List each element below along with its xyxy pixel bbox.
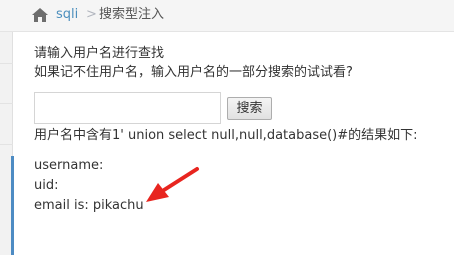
sidebar-divider bbox=[0, 103, 13, 104]
result-email: email is: pikachu bbox=[34, 198, 144, 213]
home-icon[interactable] bbox=[31, 7, 49, 23]
page: sqli > 搜索型注入 请输入用户名进行查找 如果记不住用户名，输入用户名的一… bbox=[0, 0, 454, 255]
prompt-line-2: 如果记不住用户名，输入用户名的一部分搜索的试试看? bbox=[34, 65, 353, 80]
search-input[interactable] bbox=[34, 92, 221, 124]
breadcrumb-separator: > bbox=[86, 7, 97, 22]
sidebar-active-indicator bbox=[11, 156, 14, 255]
result-username: username: bbox=[34, 158, 104, 173]
sidebar-divider bbox=[0, 144, 13, 145]
result-header: 用户名中含有1' union select null,null,database… bbox=[34, 128, 418, 143]
prompt-line-1: 请输入用户名进行查找 bbox=[34, 46, 165, 61]
breadcrumb-current: 搜索型注入 bbox=[99, 7, 165, 22]
result-uid: uid: bbox=[34, 178, 59, 193]
red-arrow-annotation bbox=[146, 167, 199, 202]
sidebar-divider bbox=[0, 63, 13, 64]
breadcrumb-link-sqli[interactable]: sqli bbox=[56, 6, 78, 24]
search-button[interactable]: 搜索 bbox=[227, 97, 272, 120]
breadcrumb: sqli > 搜索型注入 bbox=[0, 0, 454, 32]
